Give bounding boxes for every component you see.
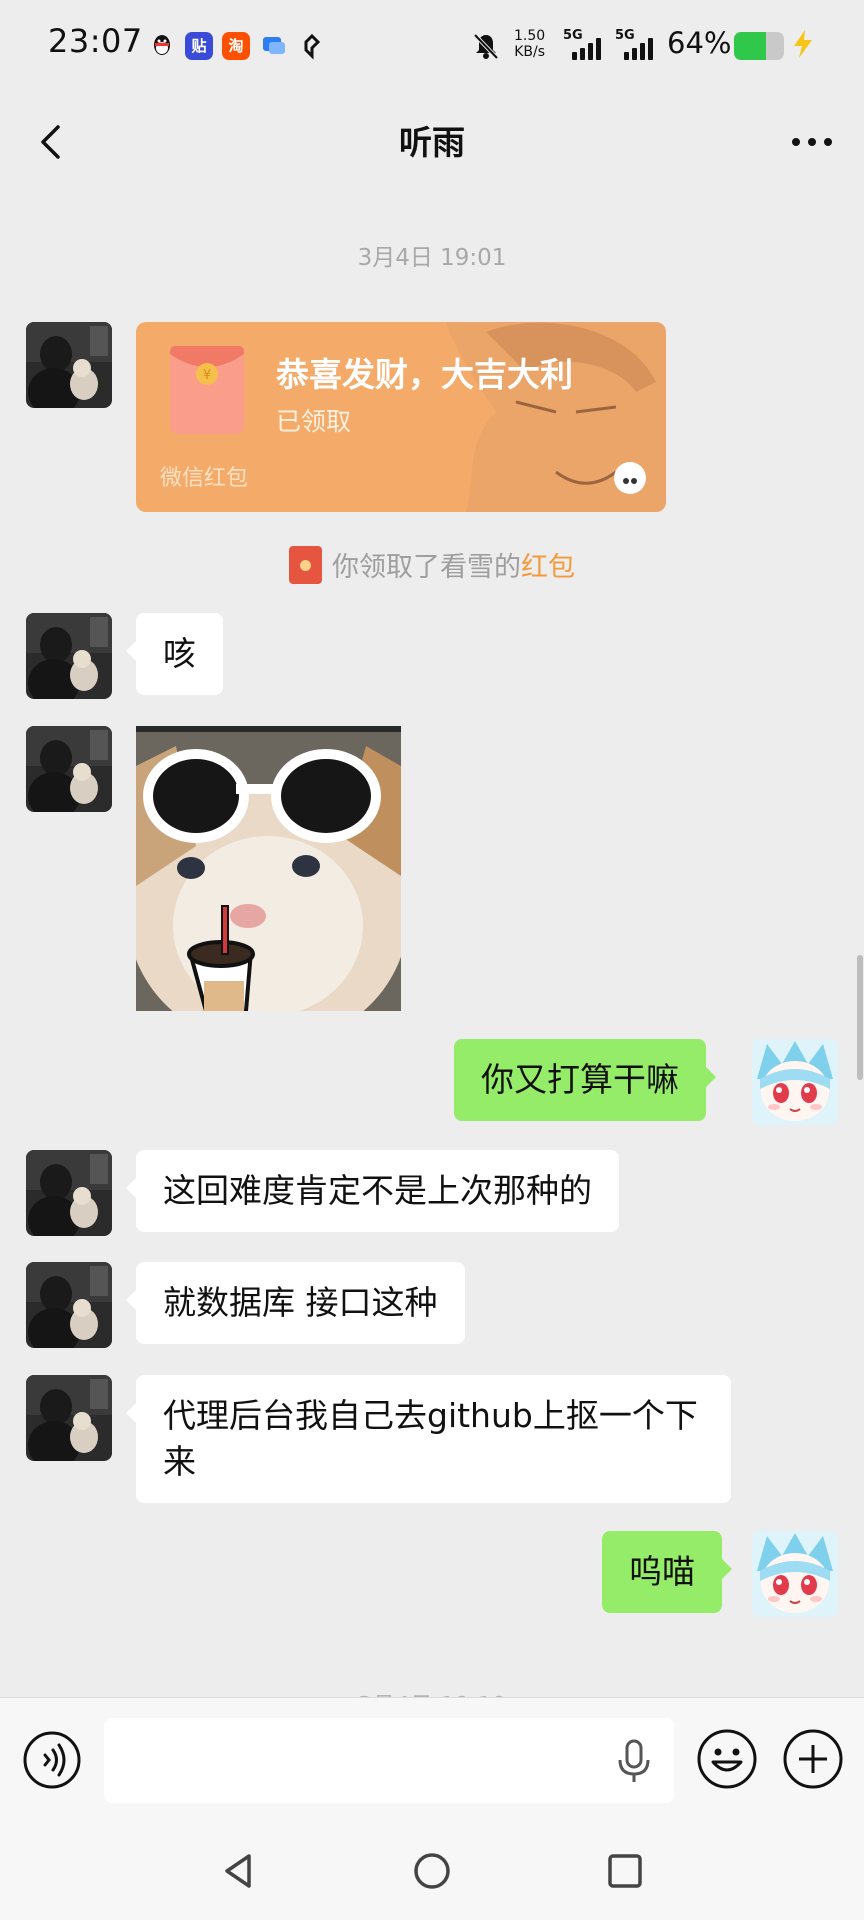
- red-packet-notice: 你领取了看雪的红包: [0, 545, 864, 588]
- message-bubble[interactable]: 就数据库 接口这种: [126, 1262, 465, 1344]
- tieba-icon: 贴: [185, 32, 213, 60]
- system-nav-bar: [0, 1822, 864, 1920]
- my-avatar[interactable]: [752, 1039, 838, 1125]
- cover-creator-badge-icon: [614, 462, 646, 494]
- battery-percent: 64%: [667, 26, 732, 60]
- more-dots-icon: [792, 138, 832, 146]
- chat-timestamp: 3月4日 19:01: [357, 245, 507, 271]
- avatar-image: [26, 613, 112, 699]
- mic-button[interactable]: [614, 1738, 654, 1784]
- red-packet-link[interactable]: 红包: [521, 552, 575, 583]
- avatar-image: [26, 1375, 112, 1461]
- sticker-image: [136, 726, 401, 1011]
- contact-avatar[interactable]: [26, 1262, 112, 1348]
- input-bar: [0, 1697, 864, 1822]
- avatar-image: [752, 1531, 838, 1617]
- speed-value: 1.50: [514, 28, 546, 44]
- more-functions-button[interactable]: [782, 1728, 844, 1790]
- red-packet-card[interactable]: ¥ 恭喜发财，大吉大利 已领取 微信红包: [136, 322, 666, 512]
- message-input[interactable]: [104, 1718, 674, 1803]
- signal-icon-2: [624, 38, 654, 60]
- red-packet-title: 恭喜发财，大吉大利: [276, 355, 573, 394]
- notice-text: 你领取了看雪的: [332, 552, 521, 583]
- charging-icon: [790, 28, 816, 60]
- nav-recents-icon: [608, 1854, 642, 1888]
- message-bubble-sent[interactable]: 呜喵: [602, 1531, 732, 1613]
- message-bubble[interactable]: 咳: [126, 613, 223, 695]
- message-bubble-sent[interactable]: 你又打算干嘛: [454, 1039, 716, 1121]
- avatar-image: [26, 322, 112, 408]
- red-packet-status: 已领取: [276, 407, 352, 436]
- message-icon: [260, 32, 288, 60]
- chat-title: 听雨: [399, 123, 465, 162]
- nav-home-button[interactable]: [407, 1846, 457, 1896]
- contact-avatar[interactable]: [26, 1375, 112, 1461]
- battery-level: [734, 32, 766, 60]
- battery-icon: [734, 32, 784, 60]
- cat-sunglasses-sticker[interactable]: [136, 726, 401, 1011]
- signal-icon: [572, 38, 602, 60]
- nav-home-icon: [414, 1853, 450, 1889]
- status-time: 23:07: [48, 22, 143, 60]
- red-packet-brand: 微信红包: [160, 466, 249, 491]
- avatar-image: [26, 1150, 112, 1236]
- svg-text:¥: ¥: [203, 368, 211, 383]
- network-speed: 1.50 KB/s: [514, 28, 545, 60]
- status-bar: 23:07 贴 淘 1.50 KB/s 5G 5G 64%: [0, 0, 864, 92]
- speed-unit: KB/s: [514, 44, 545, 60]
- voice-icon: [23, 1731, 81, 1789]
- nav-back-icon: [225, 1854, 251, 1888]
- nav-recents-button[interactable]: [600, 1846, 650, 1896]
- emoji-button[interactable]: [696, 1728, 758, 1790]
- mic-icon: [618, 1739, 650, 1782]
- plus-icon: [783, 1729, 843, 1789]
- more-button[interactable]: [782, 112, 842, 172]
- avatar-image: [26, 1262, 112, 1348]
- taobao-icon: 淘: [222, 32, 250, 60]
- nav-back-button[interactable]: [215, 1846, 265, 1896]
- message-bubble[interactable]: 这回难度肯定不是上次那种的: [126, 1150, 619, 1232]
- app-icon: [298, 32, 326, 60]
- avatar-image: [752, 1039, 838, 1125]
- contact-avatar[interactable]: [26, 1150, 112, 1236]
- red-packet-mini-icon: [289, 545, 322, 584]
- contact-avatar[interactable]: [26, 726, 112, 812]
- my-avatar[interactable]: [752, 1531, 838, 1617]
- mute-icon: [470, 30, 502, 62]
- chat-header: 听雨: [0, 92, 864, 192]
- message-bubble[interactable]: 代理后台我自己去github上抠一个下来: [126, 1375, 731, 1503]
- emoji-icon: [697, 1729, 757, 1789]
- scrollbar[interactable]: [857, 955, 863, 1080]
- contact-avatar[interactable]: [26, 613, 112, 699]
- red-envelope-icon: ¥: [168, 344, 246, 436]
- avatar-image: [26, 726, 112, 812]
- qq-icon: [148, 32, 176, 60]
- voice-toggle-button[interactable]: [22, 1730, 82, 1790]
- contact-avatar[interactable]: [26, 322, 112, 408]
